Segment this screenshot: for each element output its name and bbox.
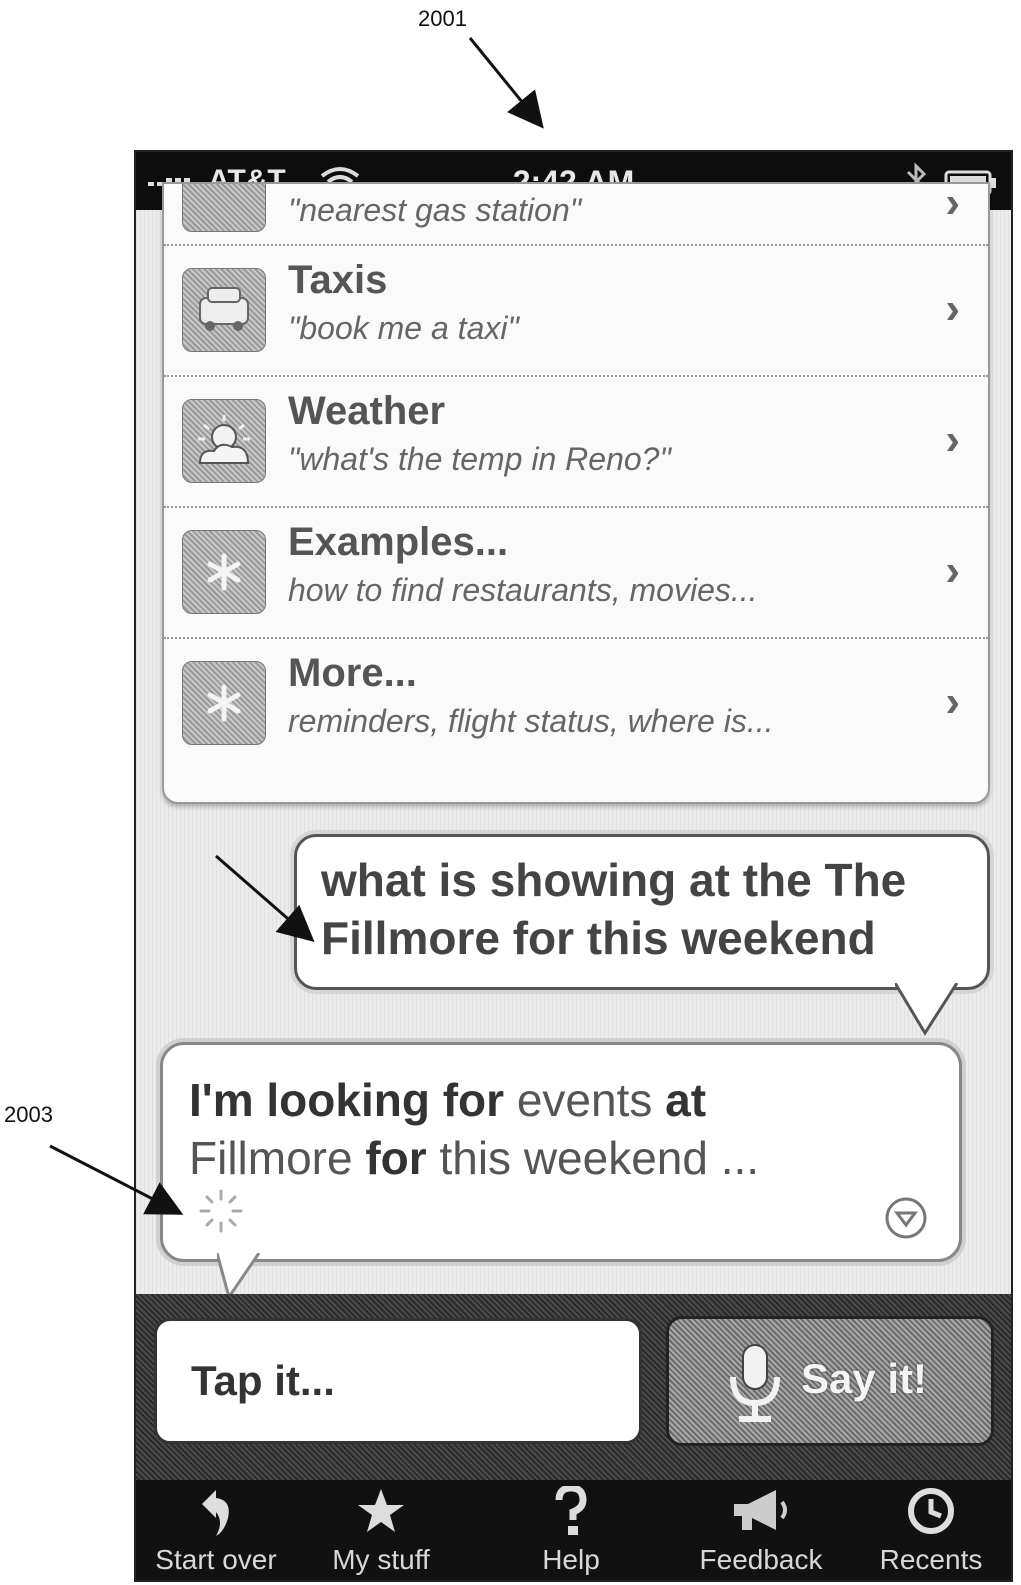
tab-label: Feedback [699,1544,823,1575]
chevron-down-circle-icon[interactable] [883,1195,929,1246]
annotation-2001: 2001 [418,6,467,31]
suggestion-list: "nearest gas station" › Taxis "book me a… [162,182,990,804]
tab-recents[interactable]: Recents [856,1480,1006,1580]
tab-label: Start over [155,1544,277,1575]
response-part: events [504,1074,666,1126]
assistant-speech-bubble: I'm looking for events at Fillmore for t… [160,1042,962,1301]
say-it-button[interactable]: Say it! [666,1316,994,1446]
phone-screen: AT&T 2:42 AM "nearest gas s [134,150,1013,1582]
asterisk-icon [182,661,266,745]
user-utterance-line-1: what is showing at the The [321,854,907,906]
taxi-icon [182,268,266,352]
response-part: I'm looking for [189,1074,505,1126]
list-item-subtitle: "what's the temp in Reno?" [288,441,671,477]
list-item-subtitle: "nearest gas station" [288,192,582,228]
tab-start-over[interactable]: Start over [136,1480,296,1580]
gas-station-icon [182,184,266,232]
chevron-right-icon: › [945,546,960,595]
input-panel: Tap it... Say it! Start over My stuff He… [136,1294,1011,1580]
list-item-title: Examples... [288,520,509,564]
microphone-icon [725,1341,785,1430]
megaphone-icon [730,1486,792,1541]
list-item-subtitle: reminders, flight status, where is... [288,703,774,739]
question-icon [553,1484,589,1543]
list-item-title: Weather [288,389,446,433]
tab-label: My stuff [332,1544,430,1575]
weather-icon [182,399,266,483]
list-item-subtitle: how to find restaurants, movies... [288,572,758,608]
asterisk-icon [182,530,266,614]
list-item[interactable]: More... reminders, flight status, where … [164,639,988,768]
chevron-right-icon: › [945,284,960,333]
tab-label: Help [542,1544,600,1575]
say-it-label: Say it! [801,1355,928,1402]
list-item-title: Taxis [288,258,388,302]
tab-label: Recents [879,1544,983,1575]
response-part: this weekend ... [426,1132,760,1184]
user-utterance-line-2: Fillmore for this weekend [321,912,876,964]
response-part: for [365,1132,427,1184]
list-item[interactable]: Weather "what's the temp in Reno?" › [164,377,988,508]
list-item-title: More... [288,651,417,695]
chevron-right-icon: › [945,182,960,227]
tab-feedback[interactable]: Feedback [676,1480,846,1580]
response-part: at [665,1074,707,1126]
user-speech-bubble: what is showing at the The Fillmore for … [294,834,990,1036]
tap-it-label: Tap it... [191,1357,335,1404]
annotation-2003: 2003 [4,1102,53,1127]
list-item[interactable]: Taxis "book me a taxi" › [164,246,988,377]
tab-bar: Start over My stuff Help Feedback Recent… [136,1480,1011,1580]
list-item-subtitle: "book me a taxi" [288,310,519,346]
clock-icon [906,1486,956,1541]
response-part: Fillmore [189,1132,366,1184]
chevron-right-icon: › [945,415,960,464]
tap-it-input[interactable]: Tap it... [154,1318,642,1444]
list-item[interactable]: Examples... how to find restaurants, mov… [164,508,988,639]
bubble-tail [895,983,959,1036]
undo-arrow-icon [196,1486,236,1543]
loading-spinner-icon [197,1187,245,1240]
star-icon [356,1486,406,1541]
tab-my-stuff[interactable]: My stuff [306,1480,456,1580]
tab-help[interactable]: Help [496,1480,646,1580]
user-utterance: what is showing at the The Fillmore for … [321,851,906,967]
assistant-response: I'm looking for events at Fillmore for t… [189,1071,759,1187]
chevron-right-icon: › [945,677,960,726]
list-item[interactable]: "nearest gas station" › [164,182,988,246]
